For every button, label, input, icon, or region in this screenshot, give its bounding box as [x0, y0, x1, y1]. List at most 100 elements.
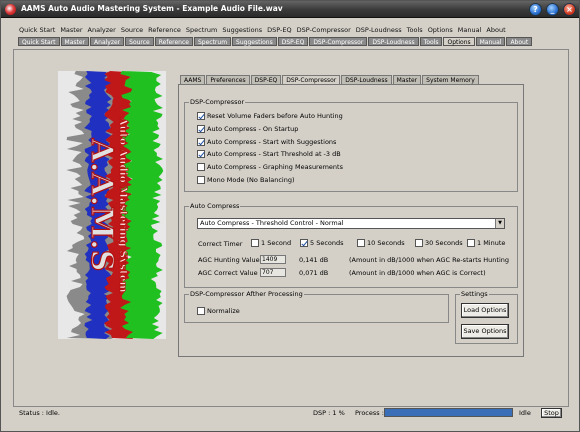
toolbar-tab-options[interactable]: Options: [443, 37, 475, 46]
menu-item-dsp-loudness[interactable]: DSP-Loudness: [356, 26, 402, 34]
normalize-label: Normalize: [207, 307, 240, 315]
menu-item-tools[interactable]: Tools: [407, 26, 423, 34]
menu-item-spectrum[interactable]: Spectrum: [186, 26, 218, 34]
agc-correct-note: (Amount in dB/1000 when AGC is Correct): [349, 269, 486, 277]
dsp-option-label: Mono Mode (No Balancing): [207, 176, 295, 184]
checkbox-box[interactable]: [197, 124, 205, 133]
logo-subtitle: Auto Audio Mastering System: [117, 116, 129, 292]
dsp-option-checkbox[interactable]: Auto Compress - Start Threshold at -3 dB: [197, 150, 341, 159]
agc-hunting-note: (Amount in dB/1000 when AGC Re-starts Hu…: [349, 256, 510, 264]
after-processing-legend: DSP-Compressor Afther Processing: [189, 290, 304, 298]
close-icon[interactable]: ×: [563, 3, 576, 16]
menu-bar: Quick Start Master Analyzer Source Reference…: [19, 26, 511, 36]
options-tab-dsp-loudness[interactable]: DSP-Loudness: [341, 75, 392, 84]
options-tab-system-memory[interactable]: System Memory: [422, 75, 479, 84]
agc-hunting-field[interactable]: 1409: [260, 255, 286, 264]
dsp-option-checkbox[interactable]: Auto Compress - On Startup: [197, 124, 299, 133]
menu-item-dsp-eq[interactable]: DSP-EQ: [267, 26, 291, 34]
menu-item-options[interactable]: Options: [428, 26, 453, 34]
checkbox-box[interactable]: [197, 112, 205, 120]
timer-option-checkbox[interactable]: 10 Seconds: [357, 239, 405, 247]
checkbox-box[interactable]: [357, 239, 365, 247]
checkbox-box[interactable]: [197, 150, 205, 159]
process-progress-fill: [385, 409, 512, 416]
status-bar: Status : Idle. DSP : 1 % Process : Idle …: [13, 407, 569, 420]
toolbar-tab-master[interactable]: Master: [60, 37, 90, 46]
menu-item-about[interactable]: About: [486, 26, 505, 34]
checkbox-box[interactable]: [467, 239, 475, 247]
checkbox-box[interactable]: [300, 239, 308, 247]
dsp-option-checkbox[interactable]: Auto Compress - Start with Suggestions: [197, 137, 336, 146]
toolbar-tab-reference[interactable]: Reference: [154, 37, 193, 46]
settings-legend: Settings: [460, 290, 489, 298]
toolbar-tab-source[interactable]: Source: [125, 37, 154, 46]
dsp-option-label: Auto Compress - Start Threshold at -3 dB: [207, 150, 341, 159]
auto-compress-selected: Auto Compress - Threshold Control - Norm…: [200, 219, 344, 227]
toolbar-tab-dsp-eq[interactable]: DSP-EQ: [277, 37, 309, 46]
checkbox-box[interactable]: [197, 137, 205, 146]
stop-button[interactable]: Stop: [541, 408, 562, 418]
checkbox-box[interactable]: [197, 176, 205, 184]
options-tab-dsp-eq[interactable]: DSP-EQ: [250, 75, 282, 84]
help-icon[interactable]: ?: [529, 3, 542, 16]
toolbar-tab-tools[interactable]: Tools: [419, 37, 443, 46]
title-bar: AAMS Auto Audio Mastering System - Examp…: [1, 1, 579, 18]
menu-item-dsp-compressor[interactable]: DSP-Compressor: [297, 26, 351, 34]
dsp-compressor-legend: DSP-Compressor: [189, 98, 246, 106]
auto-compress-legend: Auto Compress: [189, 202, 241, 210]
app-logo-icon: [5, 4, 16, 15]
logo-title: A.A.M.S: [84, 138, 119, 272]
dsp-option-checkbox[interactable]: Reset Volume Faders before Auto Hunting: [197, 112, 343, 120]
agc-correct-field[interactable]: 707: [260, 268, 286, 277]
toolbar-tab-dsp-loudness[interactable]: DSP-Loudness: [368, 37, 419, 46]
normalize-checkbox[interactable]: Normalize: [197, 307, 240, 315]
status-text: Status : Idle.: [19, 409, 60, 417]
save-options-button[interactable]: Save Options: [461, 324, 509, 339]
agc-hunting-label: AGC Hunting Value: [198, 256, 260, 264]
dsp-option-label: Auto Compress - Graphing Measurements: [207, 163, 343, 172]
timer-option-label: 1 Minute: [477, 239, 506, 247]
menu-item-reference[interactable]: Reference: [148, 26, 181, 34]
timer-option-checkbox[interactable]: 1 Second: [251, 239, 291, 247]
options-tab-aams[interactable]: AAMS: [180, 75, 206, 84]
agc-correct-label: AGC Correct Value: [198, 269, 258, 277]
menu-item-quick-start[interactable]: Quick Start: [19, 26, 55, 34]
normalize-box[interactable]: [197, 307, 205, 315]
menu-item-manual[interactable]: Manual: [458, 26, 482, 34]
menu-item-suggestions[interactable]: Suggestions: [222, 26, 262, 34]
options-tab-master[interactable]: Master: [392, 75, 422, 84]
options-tab-preferences[interactable]: Preferences: [206, 75, 250, 84]
timer-option-checkbox[interactable]: 5 Seconds: [300, 239, 344, 247]
minimize-icon[interactable]: _: [546, 3, 559, 16]
process-progress: [384, 408, 513, 417]
menu-item-source[interactable]: Source: [121, 26, 143, 34]
timer-option-checkbox[interactable]: 1 Minute: [467, 239, 505, 247]
dsp-option-checkbox[interactable]: Auto Compress - Graphing Measurements: [197, 163, 343, 172]
window-title: AAMS Auto Audio Mastering System - Examp…: [21, 4, 283, 13]
aams-logo: A.A.M.S Auto Audio Mastering System: [58, 71, 166, 339]
app-window: AAMS Auto Audio Mastering System - Examp…: [0, 0, 580, 432]
toolbar-tab-about[interactable]: About: [506, 37, 533, 46]
timer-option-label: 5 Seconds: [310, 239, 344, 247]
timer-option-checkbox[interactable]: 30 Seconds: [415, 239, 463, 247]
state-text: Idle: [519, 409, 531, 417]
toolbar-tab-suggestions[interactable]: Suggestions: [232, 37, 277, 46]
checkbox-box[interactable]: [197, 163, 205, 172]
toolbar-tabs: Quick Start Master Analyzer Source Reference…: [18, 37, 533, 47]
toolbar-tab-analyzer[interactable]: Analyzer: [90, 37, 125, 46]
process-label: Process :: [355, 409, 384, 417]
toolbar-tab-manual[interactable]: Manual: [475, 37, 506, 46]
menu-item-master[interactable]: Master: [60, 26, 82, 34]
chevron-down-icon[interactable]: ▼: [495, 219, 504, 228]
auto-compress-select[interactable]: Auto Compress - Threshold Control - Norm…: [197, 218, 505, 229]
toolbar-tab-quick-start[interactable]: Quick Start: [18, 37, 60, 46]
toolbar-tab-spectrum[interactable]: Spectrum: [193, 37, 232, 46]
dsp-option-label: Auto Compress - On Startup: [207, 124, 299, 133]
checkbox-box[interactable]: [251, 239, 259, 247]
load-options-button[interactable]: Load Options: [461, 303, 509, 318]
toolbar-tab-dsp-compressor[interactable]: DSP-Compressor: [309, 37, 368, 46]
checkbox-box[interactable]: [415, 239, 423, 247]
dsp-option-label: Reset Volume Faders before Auto Hunting: [207, 112, 343, 120]
menu-item-analyzer[interactable]: Analyzer: [88, 26, 116, 34]
dsp-option-checkbox[interactable]: Mono Mode (No Balancing): [197, 176, 294, 184]
